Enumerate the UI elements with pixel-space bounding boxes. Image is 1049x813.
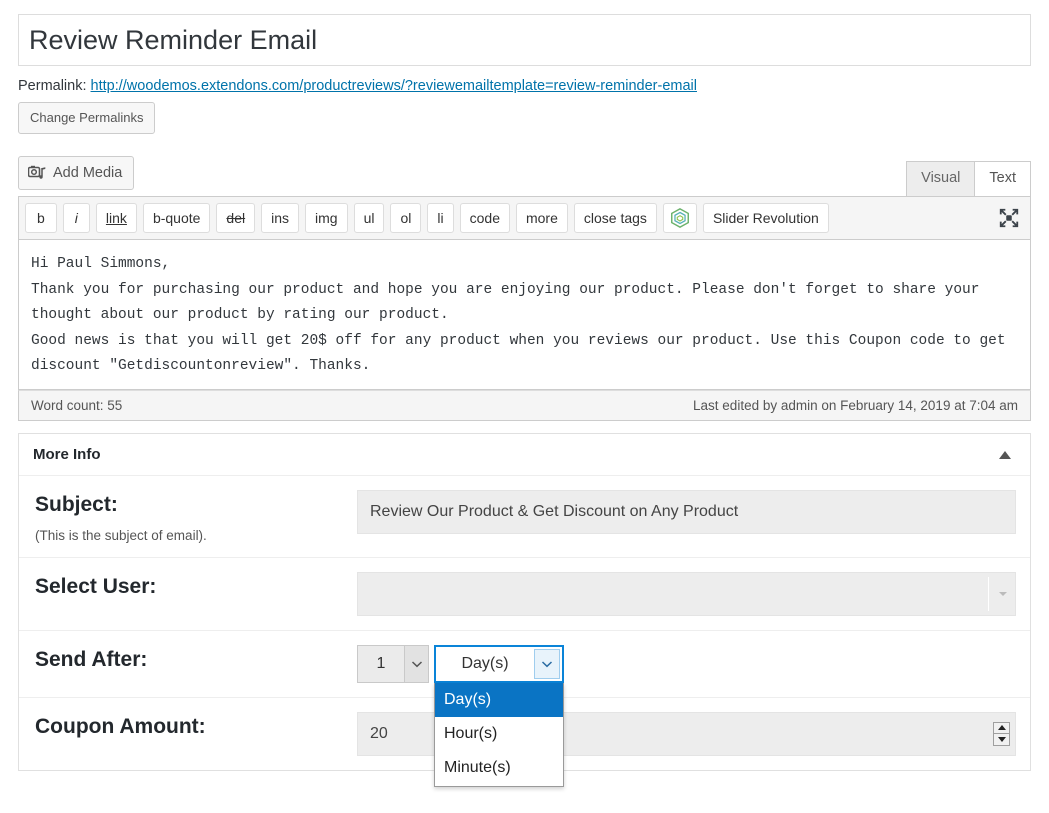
fullscreen-expand-icon[interactable] [994, 205, 1024, 231]
send-after-control-col: 1 Day(s) Day(s) Hour(s) Minute(s) [357, 644, 1016, 787]
media-camera-icon [27, 165, 46, 181]
toolbar-button-del[interactable]: del [216, 202, 256, 234]
post-title-input[interactable] [18, 14, 1031, 66]
send-after-number-select[interactable]: 1 [357, 644, 429, 683]
editor-toolbar: b i link b-quote del ins img ul ol li co… [18, 195, 1031, 241]
tab-visual[interactable]: Visual [906, 160, 976, 196]
editor-content-text[interactable]: Hi Paul Simmons, Thank you for purchasin… [31, 252, 1018, 379]
more-info-panel-header[interactable]: More Info [19, 434, 1030, 477]
send-after-unit-select[interactable]: Day(s) [434, 644, 564, 683]
word-count: Word count: 55 [31, 398, 123, 414]
toolbar-button-li[interactable]: li [427, 202, 454, 234]
field-row-subject: Subject: (This is the subject of email). [19, 476, 1030, 558]
chevron-down-icon[interactable] [404, 645, 428, 682]
more-info-panel: More Info Subject: (This is the subject … [18, 433, 1031, 787]
toolbar-button-bold[interactable]: b [25, 202, 57, 234]
triangle-down-icon[interactable] [994, 734, 1009, 745]
subject-control-col [357, 490, 1016, 535]
chevron-down-icon [999, 591, 1007, 596]
coupon-amount-label: Coupon Amount: [35, 714, 206, 738]
select-user-label-col: Select User: [35, 572, 357, 600]
last-edited: Last edited by admin on February 14, 201… [693, 398, 1018, 414]
select-user-input[interactable] [357, 571, 1016, 616]
coupon-amount-stepper[interactable] [993, 721, 1010, 746]
subject-input[interactable] [357, 490, 1016, 535]
toolbar-button-close-tags[interactable]: close tags [573, 202, 657, 234]
dropdown-option-minutes[interactable]: Minute(s) [435, 751, 563, 785]
toolbar-button-ol[interactable]: ol [390, 202, 422, 234]
coupon-amount-label-col: Coupon Amount: [35, 712, 357, 740]
triangle-up-icon[interactable] [994, 723, 1009, 735]
slider-revolution-hexagon-icon[interactable] [662, 202, 697, 233]
select-user-divider [988, 576, 989, 611]
editor-statusbar: Word count: 55 Last edited by admin on F… [18, 390, 1031, 422]
media-bar: Add Media Visual Text [18, 155, 1031, 196]
chevron-down-icon[interactable] [534, 648, 560, 679]
post-title-wrapper [18, 14, 1031, 66]
wordpress-edit-post-page: Permalink: http://woodemos.extendons.com… [0, 14, 1049, 813]
post-editor: Add Media Visual Text b i link b-quote d… [18, 155, 1031, 422]
toolbar-button-ul[interactable]: ul [353, 202, 385, 234]
subject-label: Subject: [35, 493, 118, 517]
add-media-button[interactable]: Add Media [18, 155, 135, 190]
toolbar-button-bquote[interactable]: b-quote [142, 202, 211, 234]
toolbar-button-link[interactable]: link [95, 202, 137, 234]
more-info-title: More Info [33, 446, 101, 464]
send-after-label: Send After: [35, 647, 148, 671]
field-row-select-user: Select User: [19, 558, 1030, 631]
tab-text[interactable]: Text [974, 160, 1031, 196]
select-user-label: Select User: [35, 574, 157, 598]
editor-mode-tabs: Visual Text [906, 160, 1031, 196]
select-user-control-col [357, 571, 1016, 616]
permalink-link[interactable]: http://woodemos.extendons.com/productrev… [91, 78, 697, 94]
triangle-up-icon[interactable] [994, 448, 1016, 462]
dropdown-option-hours[interactable]: Hour(s) [435, 717, 563, 751]
toolbar-button-italic[interactable]: i [62, 202, 90, 234]
change-permalinks-button[interactable]: Change Permalinks [18, 102, 156, 134]
editor-content-area[interactable]: Hi Paul Simmons, Thank you for purchasin… [18, 240, 1031, 391]
permalink-row: Permalink: http://woodemos.extendons.com… [18, 78, 1031, 134]
add-media-label: Add Media [53, 164, 123, 181]
send-after-unit-wrapper: Day(s) Day(s) Hour(s) Minute(s) [434, 644, 564, 787]
subject-label-col: Subject: (This is the subject of email). [35, 490, 357, 542]
field-row-send-after: Send After: 1 Day(s) Day(s) Hour(s) Minu… [19, 631, 1030, 787]
toolbar-button-img[interactable]: img [305, 202, 348, 234]
toolbar-button-ins[interactable]: ins [261, 202, 300, 234]
send-after-unit-value: Day(s) [461, 654, 509, 672]
subject-hint: (This is the subject of email). [35, 527, 207, 543]
toolbar-button-more[interactable]: more [515, 202, 568, 234]
slider-revolution-button[interactable]: Slider Revolution [702, 202, 829, 234]
send-after-unit-dropdown[interactable]: Day(s) Hour(s) Minute(s) [434, 682, 564, 787]
send-after-controls: 1 Day(s) Day(s) Hour(s) Minute(s) [357, 644, 1016, 787]
permalink-label: Permalink: [18, 78, 87, 94]
toolbar-button-code[interactable]: code [459, 202, 510, 234]
send-after-label-col: Send After: [35, 645, 357, 673]
send-after-number-value: 1 [376, 654, 386, 672]
dropdown-option-days[interactable]: Day(s) [435, 682, 563, 718]
